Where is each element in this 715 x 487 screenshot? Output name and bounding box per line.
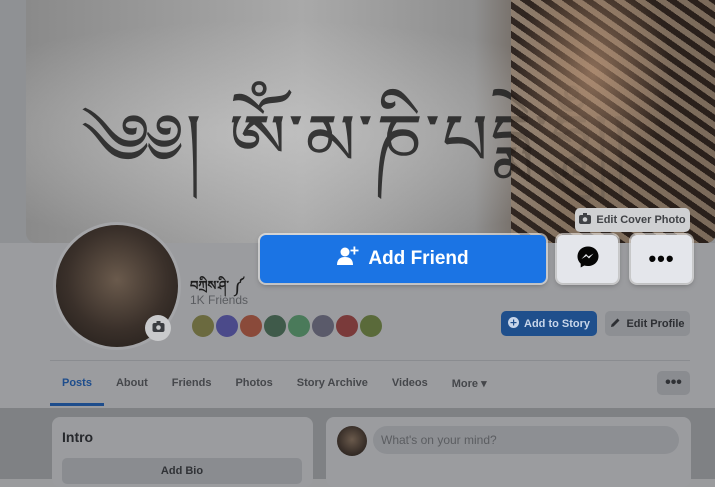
avatar-camera-button[interactable] xyxy=(145,315,171,341)
friend-avatar[interactable] xyxy=(310,313,336,339)
add-to-story-label: Add to Story xyxy=(524,317,590,330)
intro-title: Intro xyxy=(62,429,94,445)
tab-about[interactable]: About xyxy=(104,370,160,404)
friend-avatars[interactable] xyxy=(190,313,384,339)
friends-count[interactable]: 1K Friends xyxy=(190,293,248,307)
friend-avatar[interactable] xyxy=(358,313,384,339)
friend-avatar[interactable] xyxy=(238,313,264,339)
add-bio-button[interactable]: Add Bio xyxy=(62,458,302,484)
profile-page: ༄༅། ཨོཾ་མ་ཎི་པདྨེ་ཧཱུྃ།། Edit Cover Phot… xyxy=(0,0,715,487)
edit-profile-button[interactable]: Edit Profile xyxy=(605,311,690,336)
edit-cover-photo-label: Edit Cover Photo xyxy=(596,214,686,226)
add-friend-label: Add Friend xyxy=(368,248,469,269)
friend-avatar[interactable] xyxy=(214,313,240,339)
friend-avatar[interactable] xyxy=(334,313,360,339)
friend-avatar[interactable] xyxy=(190,313,216,339)
more-options-button[interactable]: ••• xyxy=(631,235,692,283)
friend-avatar[interactable] xyxy=(286,313,312,339)
tab-friends[interactable]: Friends xyxy=(160,370,224,404)
tab-photos[interactable]: Photos xyxy=(223,370,284,404)
cover-photo: ༄༅། ཨོཾ་མ་ཎི་པདྨེ་ཧཱུྃ།། xyxy=(26,0,715,243)
camera-icon xyxy=(152,319,165,337)
message-button[interactable] xyxy=(557,235,618,283)
header-divider xyxy=(50,360,690,361)
profile-tabs: Posts About Friends Photos Story Archive Vide… xyxy=(50,370,499,406)
add-to-story-button[interactable]: Add to Story xyxy=(501,311,597,336)
pencil-icon xyxy=(610,317,621,331)
messenger-icon xyxy=(576,245,600,274)
edit-profile-label: Edit Profile xyxy=(626,317,685,330)
add-person-icon xyxy=(337,246,359,272)
edit-cover-photo-button[interactable]: Edit Cover Photo xyxy=(575,208,690,232)
camera-icon xyxy=(579,213,592,227)
tab-posts[interactable]: Posts xyxy=(50,370,104,406)
cover-person-image xyxy=(511,0,715,243)
composer-avatar[interactable] xyxy=(337,426,367,456)
tab-videos[interactable]: Videos xyxy=(380,370,440,404)
tabs-more-button[interactable]: ••• xyxy=(657,371,690,395)
tab-story-archive[interactable]: Story Archive xyxy=(285,370,380,404)
add-friend-button[interactable]: Add Friend xyxy=(260,235,546,283)
plus-circle-icon xyxy=(508,316,519,331)
composer-input[interactable]: What's on your mind? xyxy=(373,426,679,454)
tab-more[interactable]: More ▾ xyxy=(440,370,499,404)
friend-avatar[interactable] xyxy=(262,313,288,339)
